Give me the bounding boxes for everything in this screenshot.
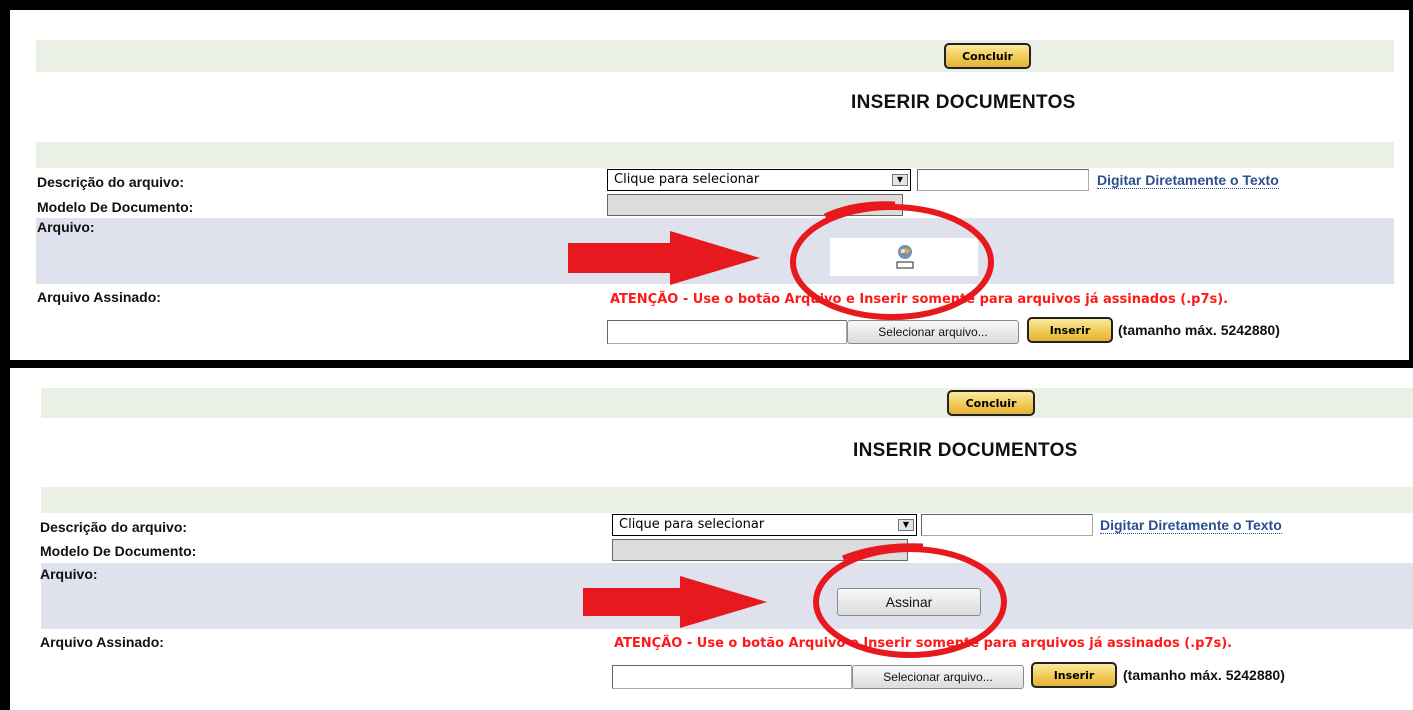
descricao-select[interactable]: Clique para selecionar ▼	[607, 169, 911, 191]
descricao-select[interactable]: Clique para selecionar ▼	[612, 514, 917, 536]
java-applet-loading-icon	[892, 242, 918, 270]
concluir-button[interactable]: Concluir	[944, 43, 1031, 69]
section-header-band	[41, 487, 1413, 513]
digitar-texto-link[interactable]: Digitar Diretamente o Texto	[1100, 517, 1282, 534]
chevron-down-icon[interactable]: ▼	[898, 519, 914, 531]
selecionar-arquivo-button[interactable]: Selecionar arquivo...	[847, 320, 1019, 344]
inserir-button[interactable]: Inserir	[1027, 317, 1113, 343]
toolbar-band	[41, 388, 1413, 418]
concluir-button[interactable]: Concluir	[947, 390, 1035, 416]
descricao-label: Descrição do arquivo:	[40, 519, 188, 535]
page-title: INSERIR DOCUMENTOS	[851, 92, 1076, 113]
selecionar-arquivo-button[interactable]: Selecionar arquivo...	[852, 665, 1024, 689]
descricao-label: Descrição do arquivo:	[37, 174, 185, 190]
assinar-button[interactable]: Assinar	[837, 588, 981, 616]
descricao-text-input[interactable]	[921, 514, 1093, 536]
arquivo-assinado-label: Arquivo Assinado:	[37, 289, 161, 305]
digitar-texto-link[interactable]: Digitar Diretamente o Texto	[1097, 172, 1279, 189]
size-note: (tamanho máx. 5242880)	[1118, 322, 1280, 338]
modelo-label: Modelo De Documento:	[37, 199, 194, 215]
descricao-text-input[interactable]	[917, 169, 1089, 191]
modelo-select-disabled	[612, 539, 908, 561]
warning-message: ATENÇÃO - Use o botão Arquivo e Inserir …	[610, 292, 1229, 307]
modelo-label: Modelo De Documento:	[40, 543, 197, 559]
inserir-button[interactable]: Inserir	[1031, 662, 1117, 688]
arquivo-row-band	[41, 563, 1413, 629]
chevron-down-icon[interactable]: ▼	[892, 174, 908, 186]
toolbar-band	[36, 40, 1394, 72]
arquivo-label: Arquivo:	[37, 219, 95, 235]
arquivo-label: Arquivo:	[40, 566, 98, 582]
file-path-input[interactable]	[607, 320, 847, 344]
arquivo-assinado-label: Arquivo Assinado:	[40, 634, 164, 650]
section-header-band	[36, 142, 1394, 168]
arquivo-row-band	[36, 218, 1394, 284]
warning-message: ATENÇÃO - Use o botão Arquivo e Inserir …	[614, 636, 1233, 651]
page-title: INSERIR DOCUMENTOS	[853, 440, 1078, 461]
modelo-select-disabled	[607, 194, 903, 216]
descricao-select-value: Clique para selecionar	[614, 172, 760, 187]
file-path-input[interactable]	[612, 665, 852, 689]
size-note: (tamanho máx. 5242880)	[1123, 667, 1285, 683]
descricao-select-value: Clique para selecionar	[619, 517, 765, 532]
